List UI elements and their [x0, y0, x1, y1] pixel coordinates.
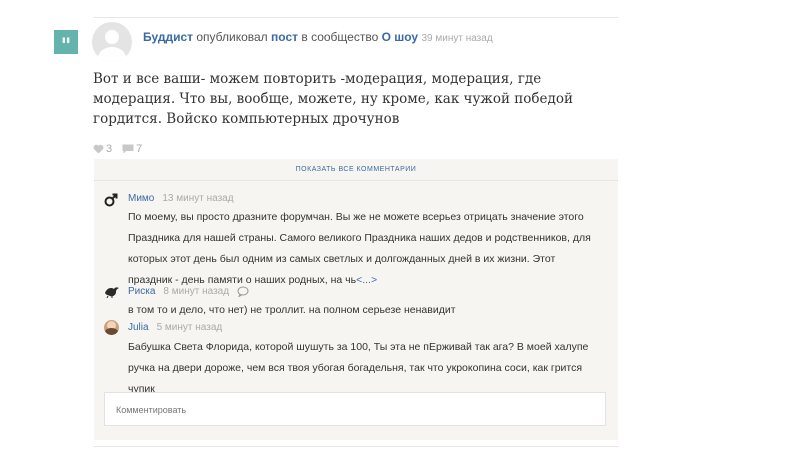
comment-header: Мимо 13 минут назад [128, 193, 234, 204]
comment-header: Риска 8 минут назад [128, 286, 249, 297]
user-photo-avatar[interactable] [104, 320, 119, 335]
post-in-text: в сообщество [301, 30, 379, 44]
community-link[interactable]: О шоу [382, 30, 419, 44]
avatar-head-shape [105, 30, 119, 44]
bird-avatar-icon[interactable] [104, 284, 120, 298]
top-divider [94, 17, 618, 18]
avatar-shoulders-shape [105, 328, 118, 335]
comment-header: Julia 5 минут назад [128, 322, 222, 333]
comment-time: 13 минут назад [162, 193, 234, 204]
post-action-text: опубликовал [196, 30, 268, 44]
comment-author-link[interactable]: Риска [128, 286, 155, 297]
post-stats: 3 7 [93, 143, 152, 155]
comment-text: По моему, вы просто дразните форумчан. В… [128, 207, 598, 291]
comments-button[interactable]: 7 [122, 143, 142, 155]
post-author-link[interactable]: Буддист [143, 30, 193, 44]
show-all-comments-button[interactable]: ПОКАЗАТЬ ВСЕ КОММЕНТАРИИ [94, 159, 618, 181]
comment-input[interactable]: Комментировать [104, 392, 606, 426]
post-body: Вот и все ваши- можем повторить -модерац… [93, 71, 573, 127]
post-time: 39 минут назад [421, 33, 493, 44]
post-object-link[interactable]: пост [271, 30, 298, 44]
like-button[interactable]: 3 [93, 143, 112, 155]
bottom-divider [94, 446, 618, 447]
comment-bubble-icon [122, 144, 134, 154]
read-more-link[interactable]: <...> [356, 274, 377, 286]
comment-time: 5 минут назад [156, 322, 223, 333]
post-header: Буддист опубликовал пост в сообщество О … [143, 30, 493, 44]
like-count: 3 [106, 143, 113, 155]
male-symbol-icon [104, 193, 118, 207]
author-avatar[interactable] [92, 22, 132, 62]
comment-time: 8 минут назад [163, 286, 230, 297]
comment-text: Бабушка Света Флорида, которой шушуть за… [128, 341, 589, 395]
avatar-body-shape [98, 47, 126, 62]
quote-icon: " [54, 30, 78, 57]
comment-text: в том то и дело, что нет) не троллит. на… [128, 304, 456, 316]
comment-count: 7 [136, 143, 143, 155]
comment-author-link[interactable]: Julia [128, 322, 149, 333]
comments-panel: ПОКАЗАТЬ ВСЕ КОММЕНТАРИИ Мимо 13 минут н… [94, 159, 618, 440]
comment-author-link[interactable]: Мимо [128, 193, 154, 204]
heart-icon [93, 144, 104, 154]
reply-bubble-icon[interactable] [237, 286, 249, 297]
